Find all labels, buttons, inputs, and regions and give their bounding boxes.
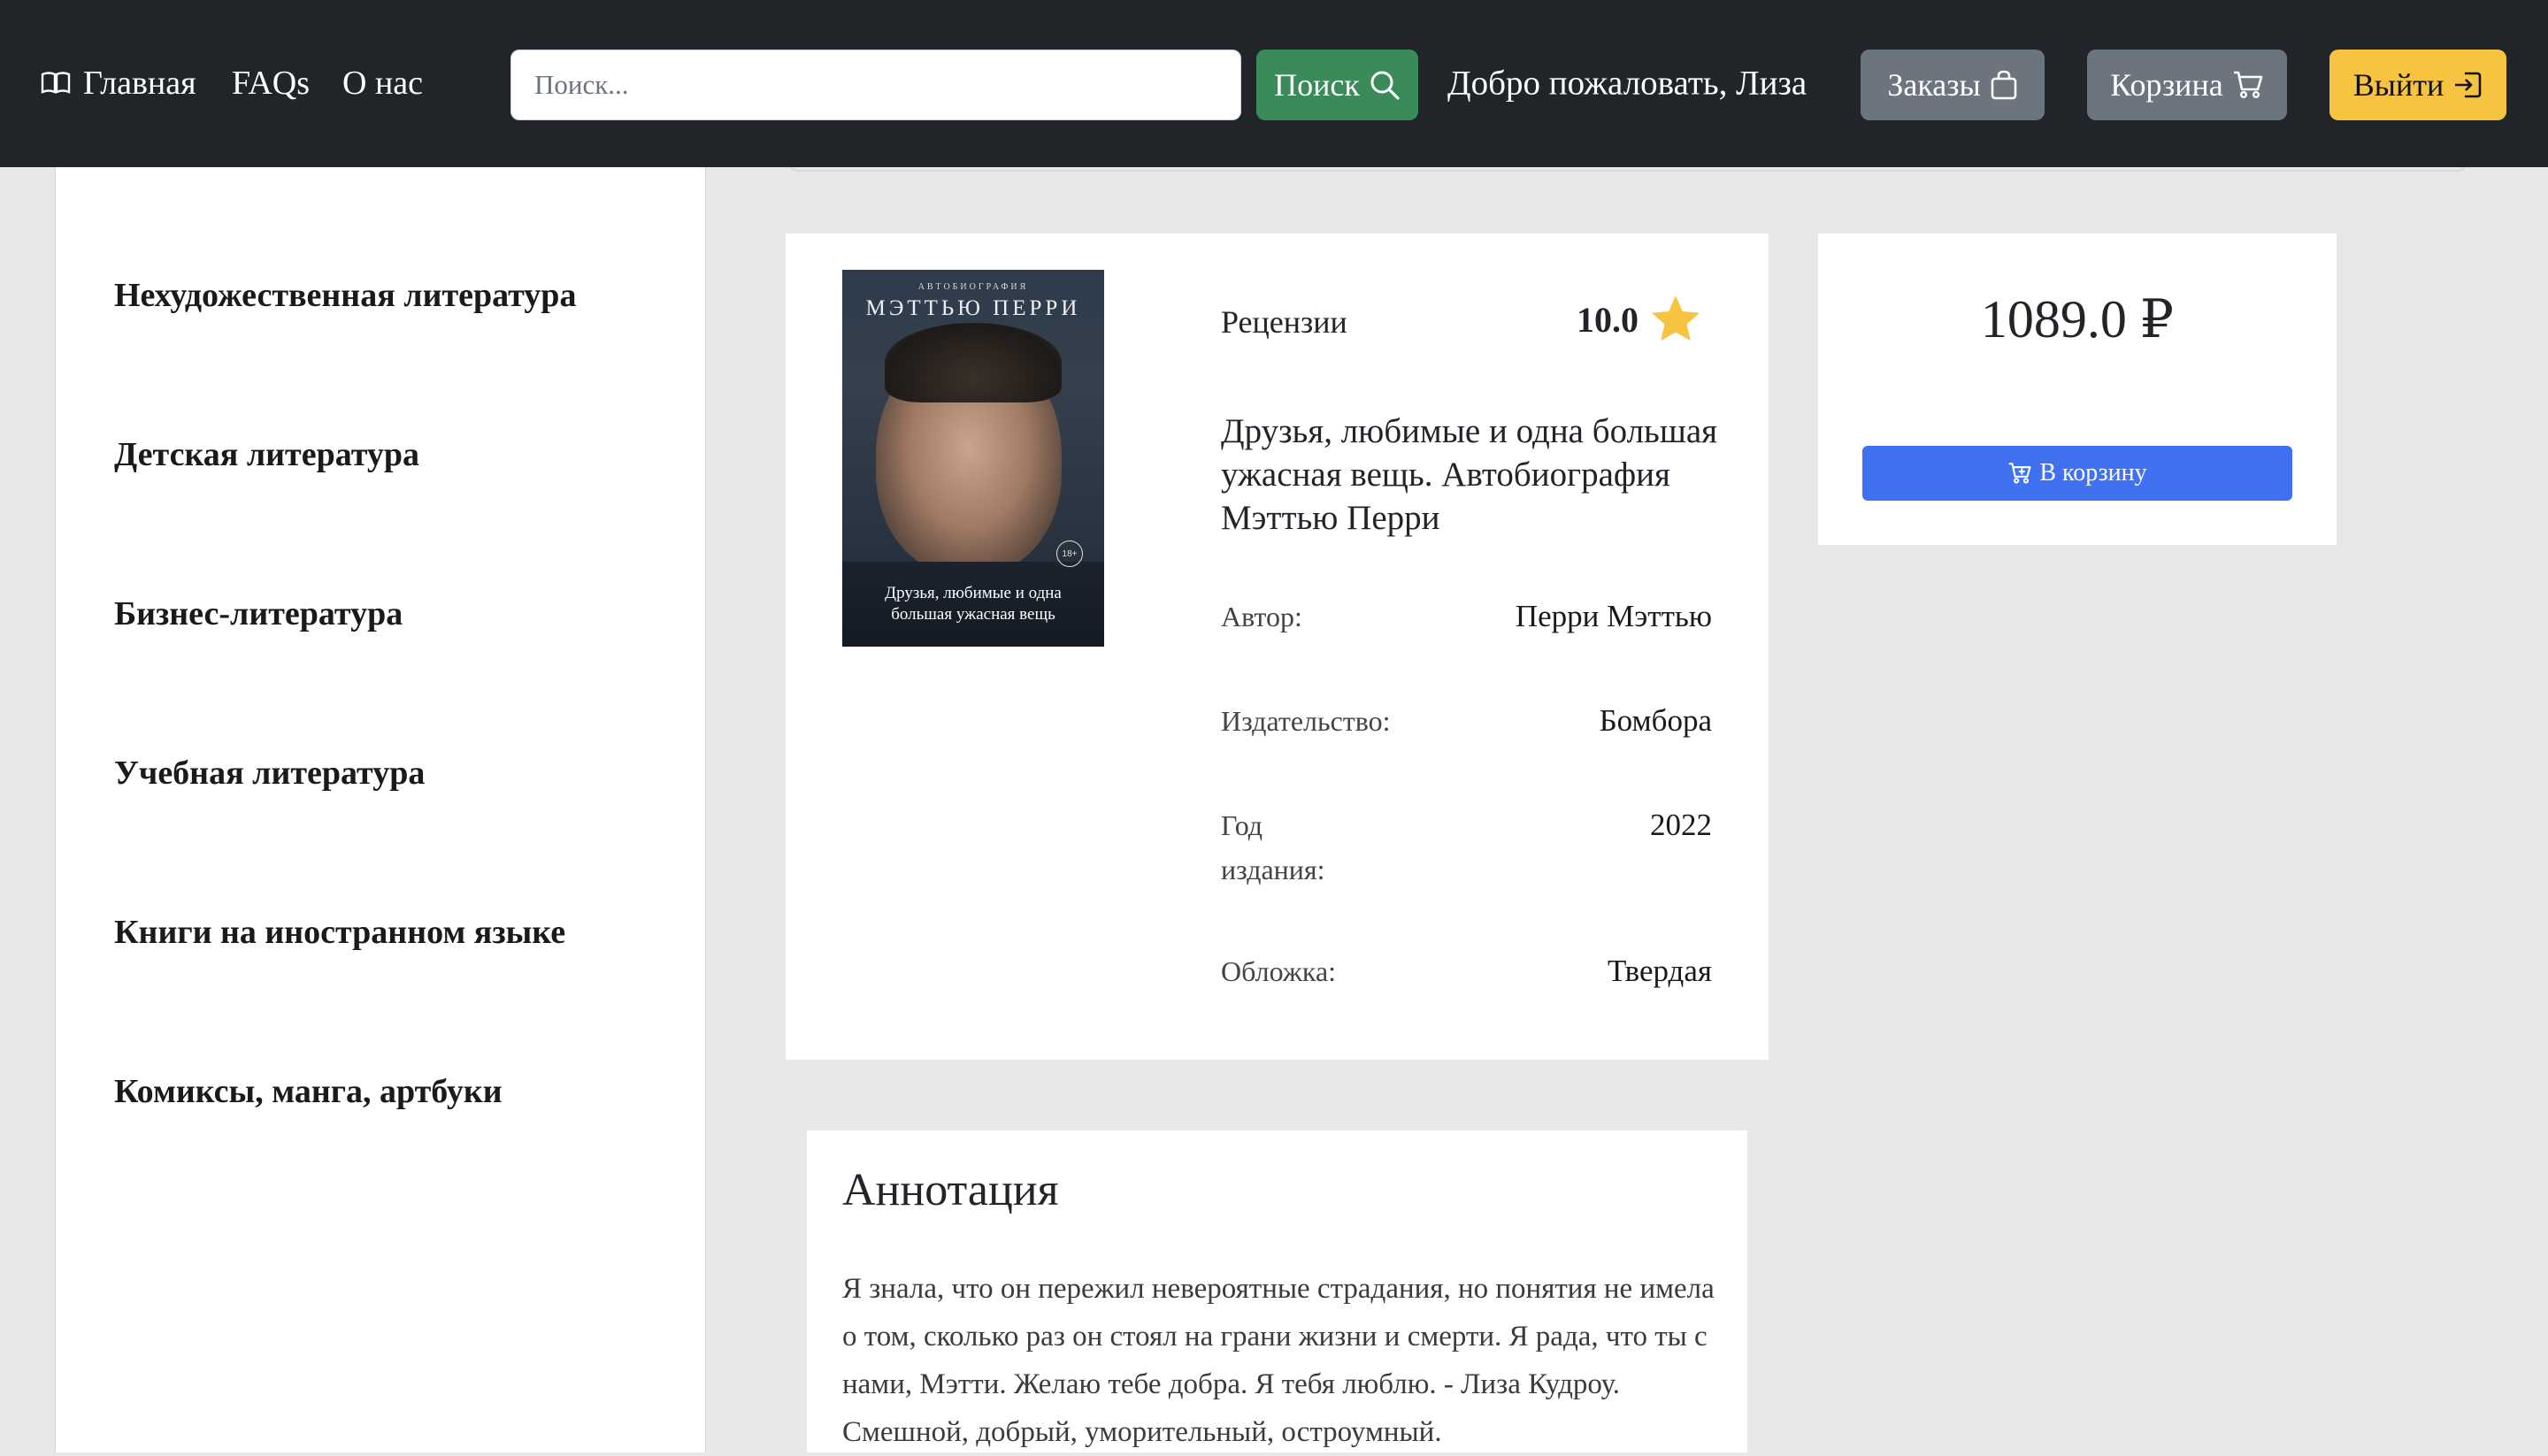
search-input[interactable]: [510, 50, 1241, 120]
add-to-cart-button[interactable]: В корзину: [1862, 446, 2292, 501]
sidebar-item-nonfiction[interactable]: Нехудожественная литература: [114, 276, 576, 315]
add-to-cart-label: В корзину: [2039, 459, 2147, 487]
cover-title-line1: Друзья, любимые и одна: [885, 584, 1062, 602]
author-label: Автор:: [1221, 601, 1302, 632]
search-button[interactable]: Поиск: [1256, 50, 1418, 120]
sidebar-item-education[interactable]: Учебная литература: [114, 754, 425, 793]
reviews-link[interactable]: Рецензии: [1221, 303, 1347, 341]
search-icon: [1370, 71, 1400, 100]
nav-home-link[interactable]: Главная: [41, 64, 196, 103]
year-label: Год издания:: [1221, 809, 1325, 885]
nav-about-label: О нас: [342, 65, 424, 102]
cover-title: Друзья, любимые и одна большая ужасная в…: [842, 583, 1104, 625]
product-card: АВТОБИОГРАФИЯ МЭТТЬЮ ПЕРРИ 18+ Друзья, л…: [786, 234, 1769, 1060]
cart-button[interactable]: Корзина: [2087, 50, 2287, 120]
author-value: Перри Мэттью: [1515, 599, 1712, 633]
publisher-value: Бомбора: [1599, 703, 1712, 738]
cover-author: МЭТТЬЮ ПЕРРИ: [865, 296, 1081, 320]
cover-title-line2: большая ужасная вещь: [891, 605, 1055, 624]
book-cover-image[interactable]: АВТОБИОГРАФИЯ МЭТТЬЮ ПЕРРИ 18+ Друзья, л…: [842, 270, 1104, 647]
cover-type-label: Обложка:: [1221, 955, 1337, 987]
rating-value: 10.0: [1577, 299, 1639, 340]
cover-age-rating: 18+: [1056, 540, 1083, 567]
welcome-message: Добро пожаловать, Лиза: [1447, 64, 1807, 103]
logout-button-label: Выйти: [2352, 67, 2444, 103]
nav-about-link[interactable]: О нас: [342, 64, 423, 103]
price: 1089.0 ₽: [1980, 290, 2175, 349]
annotation-heading: Аннотация: [842, 1165, 1059, 1215]
year-value: 2022: [1650, 808, 1712, 842]
nav-home-label: Главная: [83, 65, 196, 102]
book-title: Друзья, любимые и одна большая ужасная в…: [1221, 412, 1718, 537]
nav-faqs-link[interactable]: FAQs: [232, 64, 310, 103]
bag-icon: [1991, 70, 2016, 100]
price-card: 1089.0 ₽ В корзину: [1818, 234, 2337, 545]
cart-icon: [2233, 71, 2262, 99]
cart-plus-icon: [2009, 463, 2031, 484]
cover-subtitle: АВТОБИОГРАФИЯ: [917, 282, 1029, 292]
publisher-label: Издательство:: [1221, 705, 1391, 737]
sidebar-item-children[interactable]: Детская литература: [114, 435, 419, 474]
annotation-card: Аннотация Я знала, что он пережил неверо…: [807, 1130, 1747, 1452]
sidebar-item-business[interactable]: Бизнес-литература: [114, 594, 403, 633]
book-icon: [41, 72, 71, 94]
rating: 10.0: [1577, 294, 1702, 345]
sidebar-item-foreign[interactable]: Книги на иностранном языке: [114, 913, 565, 952]
orders-button-label: Заказы: [1887, 67, 1981, 103]
sidebar-item-comics[interactable]: Комиксы, манга, артбуки: [114, 1072, 503, 1111]
category-sidebar: Нехудожественная литература Детская лите…: [55, 167, 706, 1452]
search-button-label: Поиск: [1274, 67, 1360, 103]
cover-type-value: Твердая: [1608, 954, 1712, 988]
annotation-text: Я знала, что он пережил невероятные стра…: [842, 1273, 1715, 1448]
orders-button[interactable]: Заказы: [1861, 50, 2045, 120]
cart-button-label: Корзина: [2110, 67, 2223, 103]
nav-faqs-label: FAQs: [232, 65, 310, 102]
logout-icon: [2455, 72, 2482, 98]
star-icon: [1652, 295, 1700, 341]
logout-button[interactable]: Выйти: [2329, 50, 2506, 120]
top-navbar: Главная FAQs О нас Поиск Добро пожаловат…: [0, 0, 2548, 167]
cover-portrait-hair: [885, 323, 1062, 402]
